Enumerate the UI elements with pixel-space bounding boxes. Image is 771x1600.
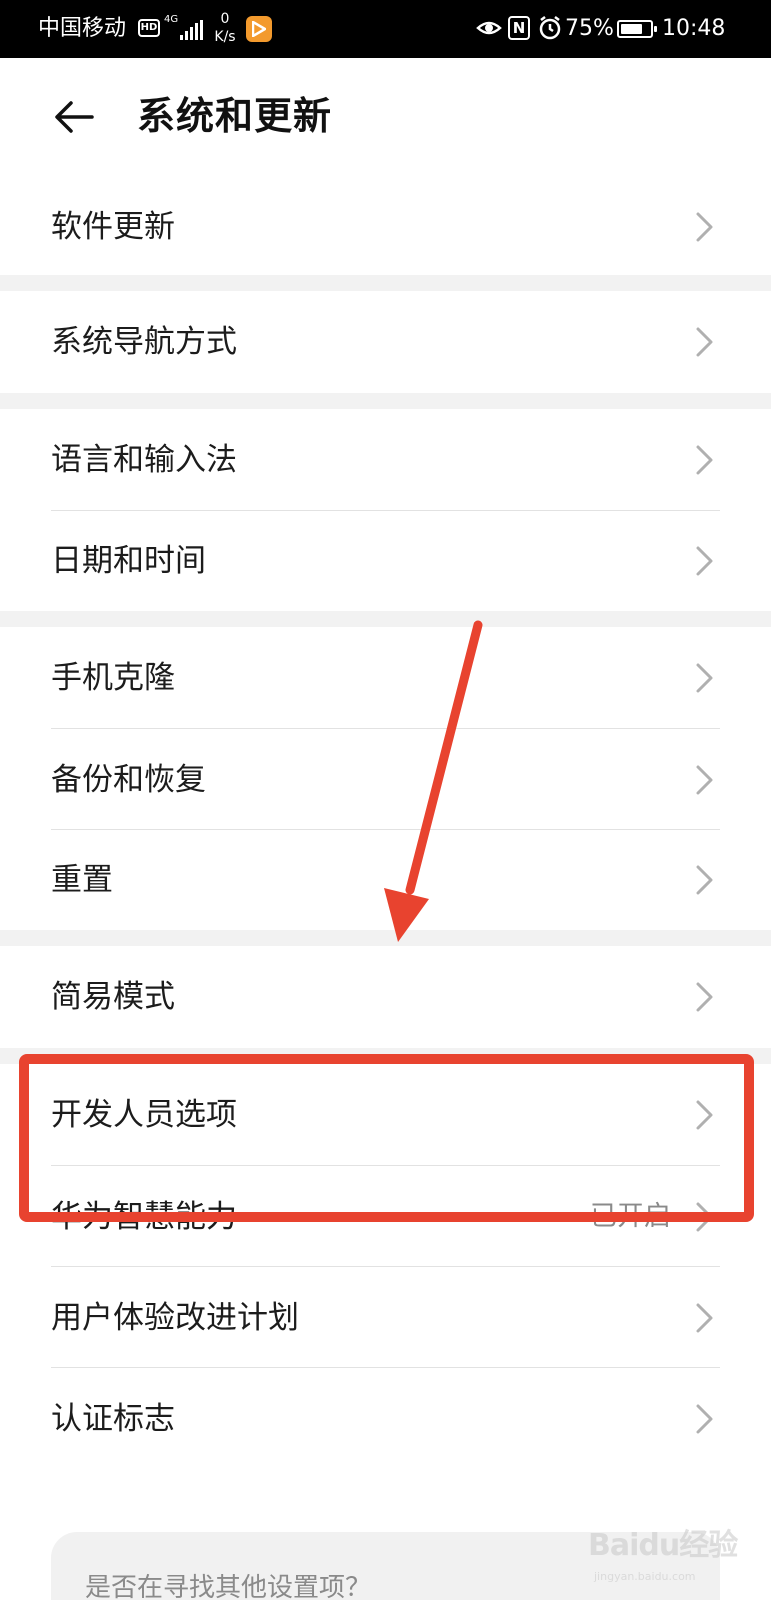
user-experience-item[interactable]: 用户体验改进计划 bbox=[0, 1267, 771, 1368]
eye-comfort-icon bbox=[476, 21, 502, 35]
network-speed-unit: K/s bbox=[214, 29, 236, 45]
backup-restore-label: 备份和恢复 bbox=[51, 761, 206, 798]
language-input-label: 语言和输入法 bbox=[51, 442, 237, 478]
clock: 10:48 bbox=[662, 16, 726, 41]
watermark-url: jingyan.baidu.com bbox=[594, 1570, 696, 1583]
software-update-item[interactable]: 软件更新 bbox=[0, 178, 771, 275]
simple-mode-label: 简易模式 bbox=[51, 979, 175, 1015]
group-separator bbox=[0, 393, 771, 409]
video-app-notification-icon bbox=[246, 16, 272, 42]
date-time-item[interactable]: 日期和时间 bbox=[0, 511, 771, 611]
certification-label: 认证标志 bbox=[51, 1400, 175, 1437]
chevron-right-icon bbox=[696, 1404, 713, 1433]
reset-label: 重置 bbox=[51, 862, 113, 898]
page-title: 系统和更新 bbox=[137, 94, 333, 138]
certification-item[interactable]: 认证标志 bbox=[0, 1368, 771, 1469]
chevron-right-icon bbox=[696, 982, 713, 1012]
carrier-name: 中国移动 bbox=[38, 16, 127, 41]
chevron-right-icon bbox=[696, 327, 713, 357]
hd-icon: HD bbox=[138, 19, 160, 37]
group-separator bbox=[0, 611, 771, 627]
nfc-icon: N bbox=[508, 16, 530, 40]
network-type: 4G bbox=[164, 14, 179, 25]
network-speed: 0 K/s bbox=[212, 10, 238, 46]
alarm-icon bbox=[539, 16, 561, 40]
annotation-highlight-box bbox=[19, 1054, 754, 1222]
back-arrow-icon bbox=[55, 101, 94, 133]
chevron-right-icon bbox=[696, 663, 713, 693]
chevron-right-icon bbox=[696, 445, 713, 475]
user-experience-label: 用户体验改进计划 bbox=[51, 1299, 299, 1336]
system-navigation-item[interactable]: 系统导航方式 bbox=[0, 291, 771, 393]
signal-icon bbox=[180, 20, 204, 40]
network-speed-value: 0 bbox=[220, 11, 230, 27]
battery-percent: 75% bbox=[565, 16, 614, 41]
chevron-right-icon bbox=[696, 765, 713, 794]
chevron-right-icon bbox=[696, 546, 713, 576]
chevron-right-icon bbox=[696, 1303, 713, 1332]
reset-item[interactable]: 重置 bbox=[0, 830, 771, 930]
phone-clone-item[interactable]: 手机克隆 bbox=[0, 627, 771, 729]
backup-restore-item[interactable]: 备份和恢复 bbox=[0, 729, 771, 830]
battery-icon bbox=[617, 20, 657, 38]
chevron-right-icon bbox=[696, 865, 713, 895]
chevron-right-icon bbox=[696, 212, 713, 241]
app-bar: 系统和更新 bbox=[0, 58, 771, 178]
group-separator bbox=[0, 275, 771, 291]
baidu-jingyan-watermark: Baidu经验 jingyan.baidu.com bbox=[588, 1510, 758, 1592]
status-bar: 中国移动 HD 4G 0 K/s N 75% 10:48 bbox=[0, 0, 771, 58]
system-navigation-label: 系统导航方式 bbox=[51, 324, 237, 360]
language-input-item[interactable]: 语言和输入法 bbox=[0, 409, 771, 511]
suggestion-text: 是否在寻找其他设置项？ bbox=[85, 1573, 372, 1600]
phone-clone-label: 手机克隆 bbox=[51, 660, 175, 696]
battery-fill bbox=[621, 24, 642, 34]
date-time-label: 日期和时间 bbox=[51, 543, 206, 579]
group-separator bbox=[0, 930, 771, 946]
back-button[interactable] bbox=[44, 86, 104, 146]
software-update-label: 软件更新 bbox=[51, 208, 175, 245]
watermark-brand: Baidu经验 bbox=[588, 1528, 738, 1563]
simple-mode-item[interactable]: 简易模式 bbox=[0, 946, 771, 1048]
